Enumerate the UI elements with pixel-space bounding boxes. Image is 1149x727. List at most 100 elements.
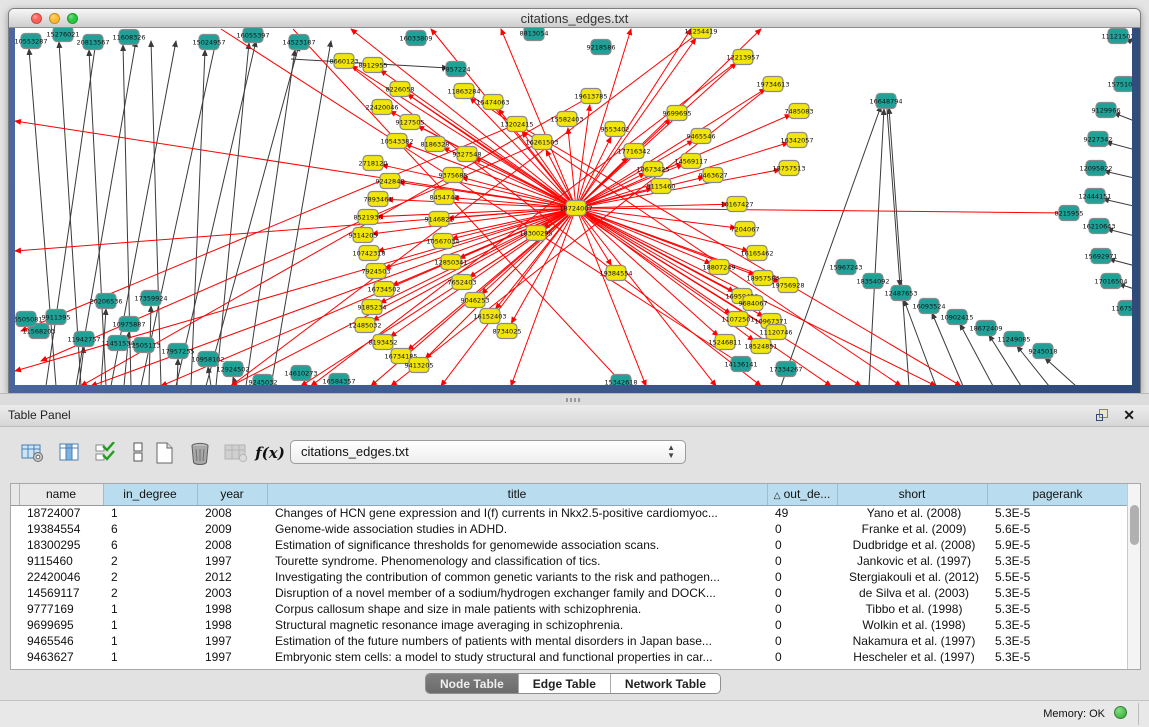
graph-node[interactable]: 9185234 [358, 300, 387, 315]
graph-node[interactable]: 18672409 [969, 321, 1002, 336]
table-cell[interactable]: 5.9E-5 [987, 537, 1128, 553]
table-row[interactable]: 977716911998Corpus callosum shape and si… [11, 601, 1128, 617]
graph-edge[interactable] [887, 109, 900, 286]
scrollbar-thumb[interactable] [1130, 505, 1139, 545]
graph-node[interactable]: 8193452 [369, 335, 398, 350]
graph-node[interactable]: 9684067 [739, 296, 768, 311]
graph-node[interactable]: 20206536 [89, 294, 122, 309]
graph-edge[interactable] [576, 204, 728, 208]
table-cell[interactable]: 0 [767, 569, 837, 585]
table-cell[interactable]: 0 [767, 521, 837, 537]
table-cell[interactable]: Investigating the contribution of common… [267, 569, 767, 585]
graph-node[interactable]: 8734025 [493, 324, 522, 339]
graph-edge[interactable] [576, 208, 1069, 213]
graph-node[interactable]: 14136141 [724, 357, 757, 372]
table-cell[interactable]: 0 [767, 553, 837, 569]
graph-edge[interactable] [246, 50, 295, 385]
graph-node[interactable]: 7204067 [731, 222, 760, 237]
graph-node[interactable]: 9115460 [647, 179, 676, 194]
split-pane-divider[interactable] [0, 393, 1149, 405]
float-panel-icon[interactable] [1096, 409, 1109, 422]
column-header-year[interactable]: year [197, 484, 267, 505]
graph-edge[interactable] [176, 41, 256, 385]
graph-node[interactable]: 8454743 [430, 190, 459, 205]
graph-edge[interactable] [123, 45, 131, 385]
graph-node[interactable]: 16055397 [236, 28, 269, 43]
graph-node[interactable]: 12924502 [216, 362, 249, 377]
table-cell[interactable]: 5.3E-5 [987, 585, 1128, 601]
graph-node[interactable]: 8215955 [1055, 206, 1084, 221]
table-cell[interactable]: 1997 [197, 633, 267, 649]
table-cell[interactable]: Changes of HCN gene expression and I(f) … [267, 505, 767, 521]
table-cell[interactable]: 18724007 [19, 505, 103, 521]
graph-edge[interactable] [206, 45, 299, 385]
graph-node[interactable]: 9146821 [425, 212, 454, 227]
close-panel-icon[interactable]: ✕ [1123, 407, 1135, 424]
table-cell[interactable]: 18300295 [19, 537, 103, 553]
graph-node[interactable]: 11254419 [684, 28, 717, 39]
table-cell[interactable]: 9465546 [19, 633, 103, 649]
graph-node[interactable]: 7924503 [362, 264, 391, 279]
graph-node[interactable]: 16584357 [322, 374, 355, 386]
graph-node[interactable]: 16210643 [1082, 219, 1115, 234]
graph-node[interactable]: 19613785 [574, 89, 607, 104]
graph-node[interactable]: 20813567 [76, 35, 109, 50]
tab-edge-table[interactable]: Edge Table [519, 674, 611, 693]
graph-node[interactable]: 10553287 [15, 34, 48, 49]
table-cell[interactable]: 1 [103, 505, 197, 521]
function-builder-icon[interactable]: f(x) [256, 439, 284, 467]
graph-node[interactable]: 10673425 [636, 162, 669, 177]
table-cell[interactable]: Nakamura et al. (1997) [837, 633, 987, 649]
graph-node[interactable]: 12095822 [1079, 161, 1112, 176]
merge-cells-icon[interactable] [124, 439, 152, 467]
table-cell[interactable]: 9699695 [19, 617, 103, 633]
table-cell[interactable]: Disruption of a novel member of a sodium… [267, 585, 767, 601]
graph-node[interactable]: 15582403 [550, 112, 583, 127]
table-cell[interactable]: 49 [767, 505, 837, 521]
graph-node[interactable]: 12487653 [884, 286, 917, 301]
graph-node[interactable]: 7893461 [364, 192, 393, 207]
column-header-pagerank[interactable]: pagerank [987, 484, 1128, 505]
table-row[interactable]: 1872400712008Changes of HCN gene express… [11, 505, 1128, 521]
graph-node[interactable]: 19734613 [756, 77, 789, 92]
table-row[interactable]: 1830029562008Estimation of significance … [11, 537, 1128, 553]
graph-node[interactable]: 8912955 [359, 58, 388, 73]
graph-node[interactable]: 9463627 [699, 168, 728, 183]
graph-node[interactable]: 18524851 [744, 339, 777, 354]
table-cell[interactable]: Tourette syndrome. Phenomenology and cla… [267, 553, 767, 569]
graph-node[interactable]: 15246811 [708, 335, 741, 350]
graph-edge[interactable] [1103, 199, 1132, 209]
table-cell[interactable]: Hescheler et al. (1997) [837, 649, 987, 665]
graph-node[interactable]: 7857224 [442, 62, 471, 77]
graph-node[interactable]: 9129966 [1092, 103, 1121, 118]
table-cell[interactable]: 6 [103, 521, 197, 537]
graph-edge[interactable] [1109, 259, 1132, 269]
table-cell[interactable]: 9777169 [19, 601, 103, 617]
table-cell[interactable]: Structural magnetic resonance image aver… [267, 617, 767, 633]
graph-node[interactable]: 16152403 [473, 309, 506, 324]
table-cell[interactable]: 5.3E-5 [987, 601, 1128, 617]
table-row[interactable]: 969969511998Structural magnetic resonanc… [11, 617, 1128, 633]
table-cell[interactable]: 2008 [197, 537, 267, 553]
table-cell[interactable]: 1997 [197, 649, 267, 665]
table-cell[interactable]: 22420046 [19, 569, 103, 585]
table-cell[interactable]: 5.3E-5 [987, 649, 1128, 665]
table-cell[interactable]: Embryonic stem cells: a model to study s… [267, 649, 767, 665]
table-cell[interactable]: 5.3E-5 [987, 633, 1128, 649]
table-cell[interactable]: 14569117 [19, 585, 103, 601]
graph-node[interactable]: 15967243 [829, 260, 862, 275]
graph-node[interactable]: 9413205 [405, 358, 434, 373]
graph-node[interactable]: 19384554 [599, 266, 632, 281]
table-cell[interactable]: de Silva et al. (2003) [837, 585, 987, 601]
table-cell[interactable]: 1 [103, 617, 197, 633]
row-gutter-header[interactable] [11, 484, 19, 505]
table-cell[interactable]: 19384554 [19, 521, 103, 537]
select-rows-icon[interactable] [92, 439, 120, 467]
graph-edge[interactable] [1045, 358, 1076, 385]
table-cell[interactable]: 5.3E-5 [987, 617, 1128, 633]
graph-node[interactable]: 15276021 [46, 28, 79, 42]
graph-edge[interactable] [177, 359, 178, 385]
graph-node[interactable]: 9327548 [453, 147, 482, 162]
table-cell[interactable]: 1998 [197, 617, 267, 633]
table-cell[interactable]: 5.5E-5 [987, 569, 1128, 585]
